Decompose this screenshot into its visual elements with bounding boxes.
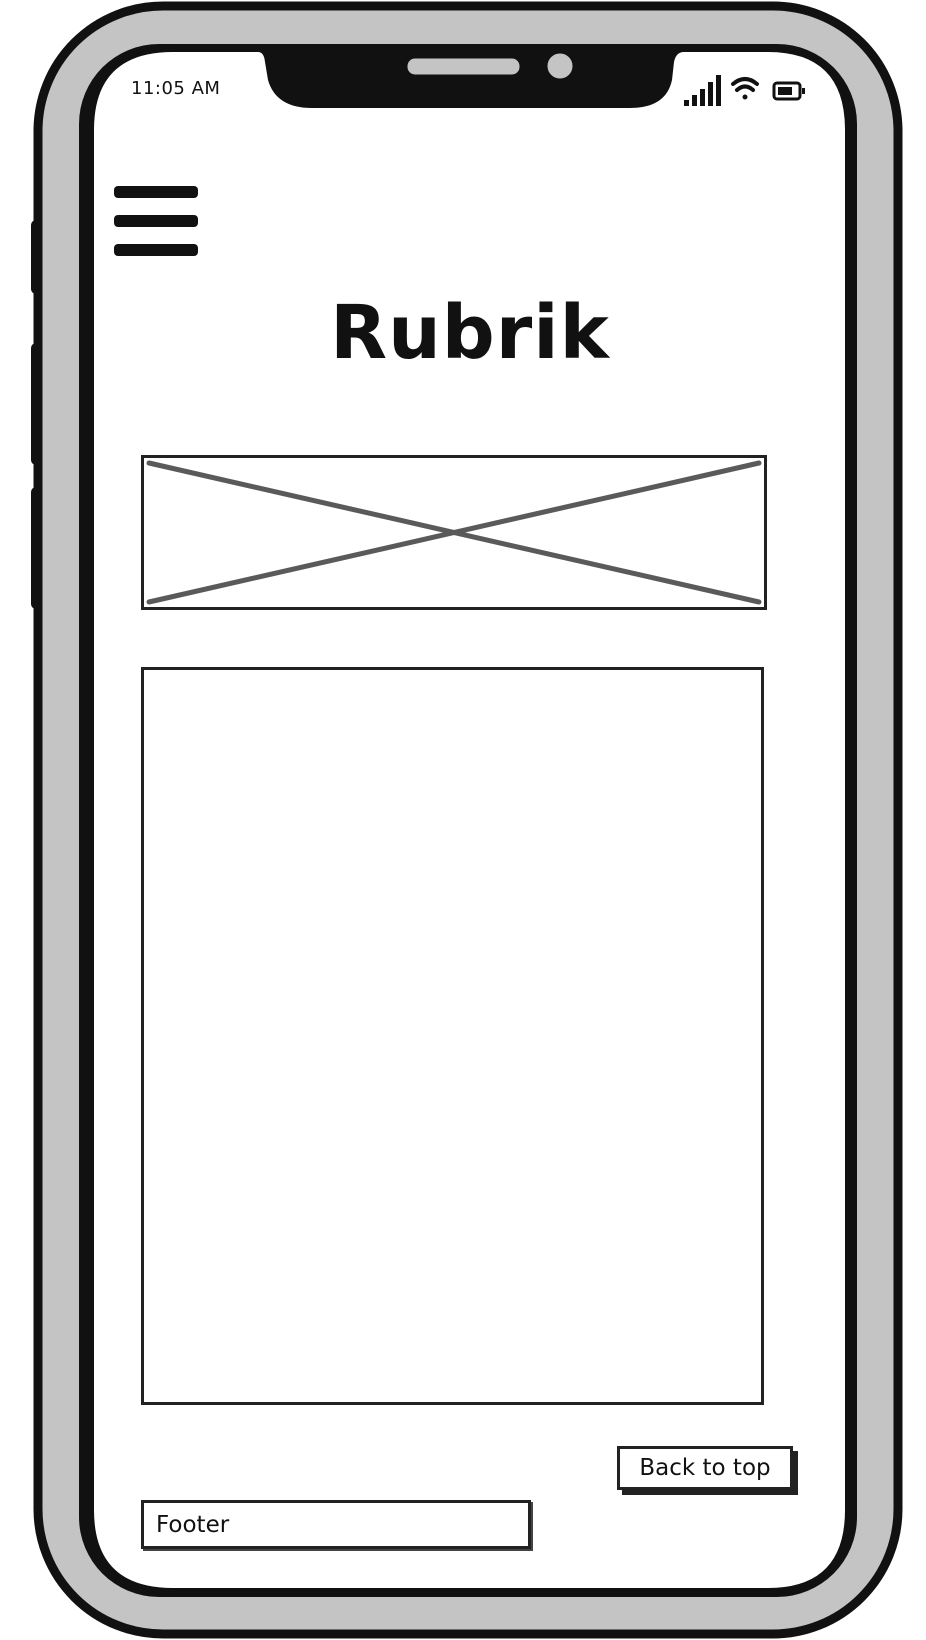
earpiece-speaker xyxy=(402,53,525,80)
wifi-icon xyxy=(731,77,759,100)
menu-line xyxy=(114,186,198,198)
menu-line xyxy=(114,244,198,256)
battery-icon xyxy=(772,81,805,101)
back-to-top-button[interactable]: Back to top xyxy=(617,1446,793,1490)
menu-line xyxy=(114,215,198,227)
footer: Footer xyxy=(141,1500,531,1549)
signal-bars-icon xyxy=(684,75,721,106)
front-camera xyxy=(542,48,578,84)
page-title: Rubrik xyxy=(330,290,610,376)
status-icons xyxy=(684,75,805,106)
status-time: 11:05 AM xyxy=(131,78,221,99)
content-area xyxy=(141,667,764,1405)
hamburger-menu-icon[interactable] xyxy=(114,186,198,258)
image-placeholder xyxy=(141,455,767,610)
